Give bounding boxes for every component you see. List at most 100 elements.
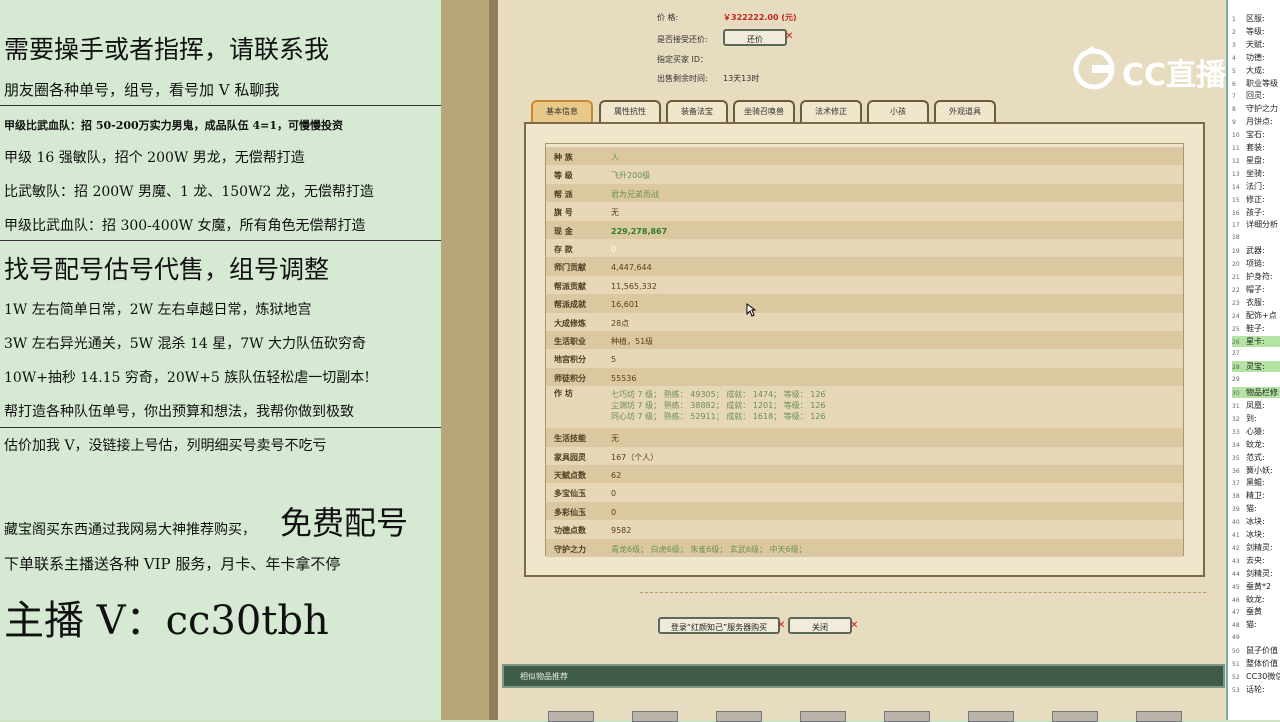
- note-row: 37 黑鲲:: [1232, 477, 1280, 488]
- overlay-line-14: 免费配号: [280, 504, 409, 542]
- overlay-line-11: 帮打造各种队伍单号，你出预算和想法，我帮你做到极致: [4, 404, 354, 420]
- info-row-key: 帮 派: [554, 189, 573, 199]
- overlay-line-1: 需要操手或者指挥，请联系我: [4, 35, 330, 64]
- note-row: 47 蚕黄: [1232, 606, 1280, 617]
- overlay-line-15: 下单联系主播送各种 VIP 服务，月卡、年卡拿不停: [4, 555, 341, 573]
- info-row-value: 0: [611, 245, 617, 254]
- note-row-number: 32: [1232, 415, 1240, 423]
- note-row-text: 详细分析: [1246, 220, 1278, 230]
- note-row-number: 30: [1232, 390, 1240, 398]
- similar-item-thumb[interactable]: [800, 711, 846, 722]
- note-row-text: 天赋:: [1246, 39, 1265, 49]
- overlay-line-7: 找号配号估号代售，组号调整: [4, 255, 330, 284]
- bargain-button[interactable]: 还价: [723, 29, 787, 46]
- close-button[interactable]: 关闭: [788, 617, 852, 634]
- bargain-label: 是否接受还价:: [657, 35, 708, 44]
- note-row-text: 法门:: [1246, 181, 1265, 191]
- note-row-number: 48: [1232, 622, 1240, 630]
- note-row-number: 16: [1232, 209, 1240, 217]
- info-row: 家具园灵 167（个人）: [546, 446, 1183, 465]
- note-row: 4 功德:: [1232, 52, 1280, 63]
- note-row: 31 凤凰:: [1232, 400, 1280, 411]
- note-row-text: 物品栏修: [1246, 388, 1278, 398]
- note-row-text: 范式:: [1246, 452, 1265, 462]
- tab-appearance-items[interactable]: 外观道具: [934, 100, 996, 122]
- note-row-text: 大成:: [1246, 65, 1265, 75]
- info-row: 功德点数 9582: [546, 520, 1183, 539]
- divider: [0, 105, 441, 106]
- info-row-key: 种 族: [554, 153, 573, 162]
- note-row-text: 整体价值: [1246, 659, 1278, 668]
- buyer-id-label: 指定买家 ID：: [657, 55, 709, 64]
- info-row-value: 16,601: [611, 300, 639, 310]
- note-row-number: 19: [1232, 248, 1240, 256]
- note-row-number: 34: [1232, 441, 1240, 449]
- note-row-text: 蚕黄: [1246, 607, 1262, 617]
- note-row: 18: [1232, 232, 1280, 243]
- note-row-text: 护身符:: [1246, 272, 1273, 281]
- info-row: 多宝仙玉 0: [546, 483, 1183, 502]
- notes-side-panel: 1 区服: 2 等级: 3 天赋: 4 功德: 5 大成: 6 职业等级 7 回灵: 8 守护之力 9 月饼点: 1…: [1226, 0, 1280, 720]
- tab-mounts-pets[interactable]: 坐骑召唤兽: [733, 100, 795, 122]
- tab-attributes[interactable]: 属性抗性: [599, 100, 661, 122]
- note-row-number: 39: [1232, 506, 1240, 514]
- note-row-text: 星卡:: [1246, 336, 1265, 346]
- note-row-number: 33: [1232, 428, 1240, 436]
- overlay-line-10: 10W+抽秒 14.15 穷奇，20W+5 族队伍轻松虐一切副本!: [4, 370, 370, 386]
- note-row: 9 月饼点:: [1232, 116, 1280, 127]
- note-row-number: 2: [1232, 28, 1236, 36]
- note-row-text: 功德:: [1246, 52, 1265, 62]
- overlay-line-5: 比武敏队：招 200W 男魔、1 龙、150W2 龙，无偿帮打造: [4, 184, 374, 200]
- similar-item-thumb[interactable]: [884, 711, 930, 722]
- note-row-text: 精卫:: [1246, 491, 1265, 501]
- note-row-number: 10: [1232, 132, 1240, 140]
- note-row-number: 24: [1232, 312, 1240, 320]
- note-row: 49: [1232, 632, 1280, 643]
- similar-item-thumb[interactable]: [716, 711, 762, 722]
- note-row-number: 44: [1232, 570, 1240, 578]
- note-row: 41 冰块:: [1232, 529, 1280, 540]
- note-row-number: 15: [1232, 196, 1240, 204]
- tab-basic-info[interactable]: 基本信息: [531, 100, 593, 122]
- tab-equipment[interactable]: 装备法宝: [666, 100, 728, 122]
- note-row-number: 27: [1232, 350, 1240, 358]
- mouse-cursor-icon: [746, 303, 756, 317]
- note-row-number: 8: [1232, 106, 1236, 114]
- similar-item-thumb[interactable]: [1136, 711, 1182, 722]
- info-row-value: 5: [611, 355, 617, 365]
- tab-spell-correction[interactable]: 法术修正: [800, 100, 862, 122]
- window-border-shadow: [489, 0, 498, 720]
- info-row: 地宫积分 5: [546, 349, 1183, 368]
- tab-children[interactable]: 小孩: [867, 100, 929, 122]
- info-row-value: 飞升200级: [611, 171, 651, 181]
- similar-item-thumb[interactable]: [632, 711, 678, 722]
- note-row: 21 护身符:: [1232, 271, 1280, 282]
- info-row-key: 地宫积分: [554, 355, 586, 365]
- info-row: 师徒积分 55536: [546, 367, 1183, 387]
- similar-item-thumb[interactable]: [548, 711, 594, 722]
- note-row-text: 蚊龙:: [1246, 439, 1265, 449]
- info-row-key: 存 款: [554, 245, 573, 254]
- note-row-number: 43: [1232, 557, 1240, 565]
- price-value: ￥322222.00 (元): [723, 13, 797, 22]
- note-row: 3 天赋:: [1232, 39, 1280, 50]
- info-row: 作 坊 七巧坊 7 级； 熟练： 49305； 成就： 1474； 等级： 126…: [546, 386, 1183, 429]
- note-row-text: CC30微信: [1246, 671, 1280, 681]
- info-row-key: 多宝仙玉: [554, 489, 586, 499]
- note-row-text: 鼠子价值: [1246, 646, 1278, 656]
- note-row: 7 回灵:: [1232, 90, 1280, 101]
- info-row-value: 28点: [611, 318, 630, 328]
- login-server-buy-button[interactable]: 登录“红颜知己”服务器购买: [658, 617, 780, 634]
- logo-text: CC直播: [1122, 58, 1227, 93]
- note-row: 12 星盘:: [1232, 155, 1280, 166]
- note-row: 39 猫:: [1232, 503, 1280, 514]
- note-row-number: 20: [1232, 261, 1240, 269]
- info-row-value: 9582: [611, 526, 632, 536]
- stream-overlay-text-panel: 需要操手或者指挥，请联系我 朋友圈各种单号，组号，看号加 V 私聊我 甲级比武血…: [0, 0, 441, 720]
- note-row-number: 42: [1232, 544, 1240, 552]
- info-row-key: 家具园灵: [554, 452, 586, 462]
- info-row: 存 款 0: [546, 239, 1183, 258]
- note-row-number: 38: [1232, 493, 1240, 501]
- similar-item-thumb[interactable]: [968, 711, 1014, 722]
- similar-item-thumb[interactable]: [1052, 711, 1098, 722]
